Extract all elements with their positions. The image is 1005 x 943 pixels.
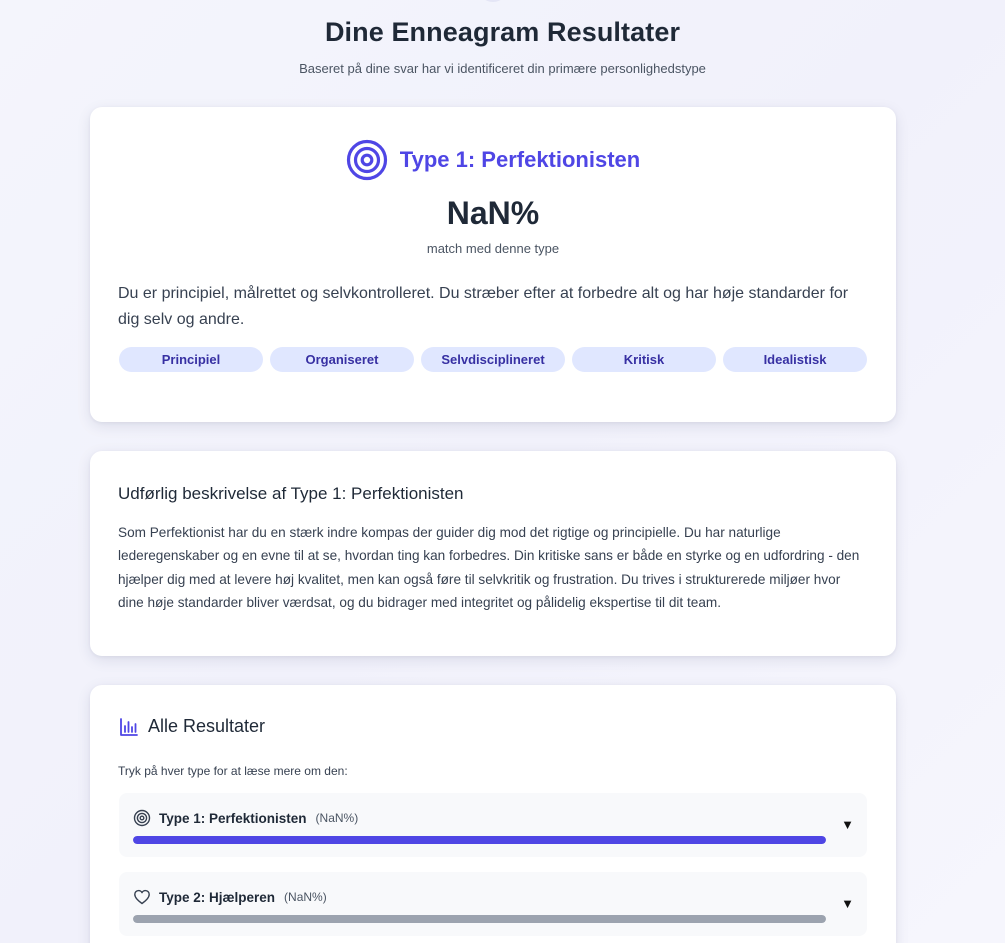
target-icon	[346, 139, 387, 181]
trait-tag: Idealistisk	[723, 347, 867, 372]
target-icon	[133, 809, 151, 827]
page-subtitle: Baseret på dine svar har vi identificere…	[299, 61, 706, 76]
description-card: Udførlig beskrivelse af Type 1: Perfekti…	[90, 451, 896, 656]
result-item-type-1[interactable]: Type 1: Perfektionisten (NaN%) ▼	[119, 793, 867, 857]
result-item-percent: (NaN%)	[315, 811, 359, 825]
result-item-header: Type 1: Perfektionisten (NaN%)	[133, 809, 358, 827]
all-results-header: Alle Resultater	[119, 716, 265, 737]
primary-result-card: Type 1: Perfektionisten NaN% match med d…	[90, 107, 896, 422]
trait-tag: Organiseret	[270, 347, 414, 372]
all-results-card: Alle Resultater Tryk på hver type for at…	[90, 685, 896, 943]
result-item-type-2[interactable]: Type 2: Hjælperen (NaN%) ▼	[119, 872, 867, 936]
all-results-title: Alle Resultater	[148, 716, 266, 736]
top-decoration	[478, 0, 508, 2]
primary-type-title: Type 1: Perfektionisten	[399, 147, 641, 172]
all-results-hint: Tryk på hver type for at læse mere om de…	[118, 764, 348, 778]
trait-tag: Principiel	[119, 347, 263, 372]
type-summary: Du er principiel, målrettet og selvkontr…	[118, 285, 849, 328]
description-body: Som Perfektionist har du en stærk indre …	[118, 525, 860, 610]
trait-tag: Kritisk	[572, 347, 716, 372]
match-score-caption: match med denne type	[426, 241, 560, 256]
description-title: Udførlig beskrivelse af Type 1: Perfekti…	[118, 484, 464, 503]
result-item-header: Type 2: Hjælperen (NaN%)	[133, 888, 327, 906]
trait-tags: Principiel Organiseret Selvdisciplineret…	[119, 347, 867, 372]
result-item-name: Type 1: Perfektionisten	[159, 810, 307, 826]
result-progress-fill	[133, 836, 826, 844]
match-score: NaN%	[446, 195, 540, 231]
result-progress-fill	[133, 915, 826, 923]
heart-icon	[134, 889, 150, 905]
chevron-down-icon[interactable]: ▼	[841, 817, 854, 832]
result-item-name: Type 2: Hjælperen	[159, 889, 276, 905]
result-item-percent: (NaN%)	[284, 890, 327, 904]
bar-chart-icon	[120, 717, 138, 736]
page-title: Dine Enneagram Resultater	[324, 17, 681, 47]
trait-tag: Selvdisciplineret	[421, 347, 565, 372]
result-progress-bar	[133, 915, 826, 923]
chevron-down-icon[interactable]: ▼	[841, 896, 854, 911]
primary-type-header: Type 1: Perfektionisten	[90, 139, 896, 181]
result-progress-bar	[133, 836, 826, 844]
